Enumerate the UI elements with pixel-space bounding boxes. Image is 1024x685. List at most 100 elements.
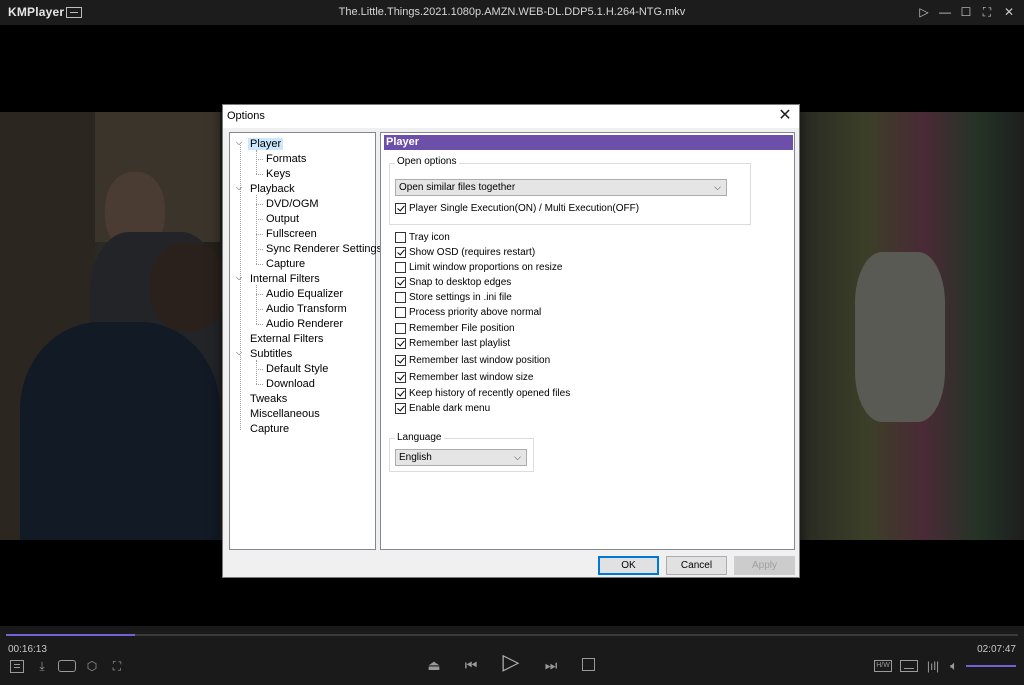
tree-item[interactable]: DVD/OGM (264, 197, 321, 212)
checkbox-box[interactable] (395, 338, 406, 349)
download-icon[interactable]: ⤓ (34, 659, 50, 673)
checkbox-label: Remember last playlist (409, 338, 511, 349)
fullscreen-icon[interactable]: ⛶ (978, 4, 996, 20)
tree-item-label: Miscellaneous (250, 408, 320, 420)
tree-item[interactable]: Capture (248, 422, 291, 437)
tree-item-label: Sync Renderer Settings (266, 243, 383, 255)
checkbox-box[interactable] (395, 323, 406, 334)
cancel-button[interactable]: Cancel (666, 556, 727, 575)
dialog-title-bar: Options ✕ (223, 105, 799, 128)
checkbox-box[interactable] (395, 403, 406, 414)
subtitle-icon[interactable] (900, 660, 918, 672)
tree-item[interactable]: External Filters (248, 332, 325, 347)
3d-cube-icon[interactable]: ⬡ (84, 659, 100, 673)
tree-item-label: Audio Transform (266, 303, 347, 315)
checkbox-label: Process priority above normal (409, 307, 542, 318)
stop-icon[interactable] (582, 658, 595, 671)
tree-item[interactable]: Tweaks (248, 392, 289, 407)
volume-slider[interactable] (966, 665, 1016, 667)
tree-item[interactable]: Formats (264, 152, 308, 167)
ok-button[interactable]: OK (598, 556, 659, 575)
pin-icon[interactable]: ▷ (915, 4, 933, 20)
close-icon[interactable]: ✕ (1000, 4, 1018, 20)
video-scene-head2 (150, 242, 225, 332)
tree-connector (256, 159, 263, 160)
volume-level (966, 665, 1016, 667)
checkbox-box[interactable] (395, 355, 406, 366)
tree-item[interactable]: Default Style (264, 362, 330, 377)
total-time: 02:07:47 (977, 644, 1016, 655)
volume-icon[interactable]: 🔈︎ (946, 658, 962, 674)
checkbox-box[interactable] (395, 203, 406, 214)
tree-item[interactable]: Output (264, 212, 301, 227)
play-icon[interactable]: ▷ (499, 650, 523, 674)
tree-connector (256, 174, 263, 175)
checkbox-label: Store settings in .ini file (409, 292, 512, 303)
file-title: The.Little.Things.2021.1080p.AMZN.WEB-DL… (338, 6, 686, 18)
tree-item[interactable]: Capture (264, 257, 307, 272)
tree-item[interactable]: Keys (264, 167, 292, 182)
checkbox-box[interactable] (395, 292, 406, 303)
options-tree: Player ⌵ Formats Keys Playback ⌵ DVD/OGM Output… (229, 132, 382, 550)
dialog-close-icon[interactable]: ✕ (775, 106, 795, 126)
tree-item[interactable]: Audio Equalizer (264, 287, 345, 302)
tree-connector (256, 294, 263, 295)
options-dialog: Options ✕ Player ⌵ Formats Keys Playback ⌵ DVD… (222, 104, 800, 578)
tree-connector (256, 264, 263, 265)
hw-icon[interactable]: H/W (874, 660, 892, 672)
tree-connector (256, 204, 263, 205)
eject-icon[interactable]: ⏏ (426, 657, 442, 673)
tree-connector (240, 145, 241, 430)
checkbox-label: Remember last window position (409, 355, 551, 366)
checkbox-box[interactable] (395, 388, 406, 399)
dialog-title: Options (227, 110, 265, 122)
tree-item-label: Capture (266, 258, 306, 270)
checkbox-box[interactable] (395, 277, 406, 288)
tree-item-label: Capture (250, 423, 290, 435)
checkbox-box[interactable] (395, 262, 406, 273)
title-bar: KMPlayer The.Little.Things.2021.1080p.AM… (0, 0, 1024, 25)
seek-bar[interactable] (6, 634, 1018, 636)
tree-item[interactable]: Audio Transform (264, 302, 349, 317)
checkbox-label: Show OSD (requires restart) (409, 247, 536, 258)
tree-item-label: Tweaks (250, 393, 288, 405)
checkbox-box[interactable] (395, 372, 406, 383)
open-options-label: Open options (395, 156, 459, 167)
language-combo[interactable]: English ⌵ (395, 449, 527, 466)
tree-item[interactable]: Audio Renderer (264, 317, 345, 332)
tree-item-label: Playback (250, 183, 295, 195)
tree-item[interactable]: Subtitles (248, 347, 294, 362)
minimize-icon[interactable]: — (936, 4, 954, 20)
tree-item-label: Subtitles (250, 348, 293, 360)
tree-item[interactable]: Player (248, 137, 284, 152)
apply-button[interactable]: Apply (734, 556, 795, 575)
single-execution-label: Player Single Execution(ON) / Multi Exec… (409, 203, 640, 214)
tree-connector (256, 309, 263, 310)
checkbox-label: Tray icon (409, 232, 450, 243)
previous-icon[interactable]: ⏮ (462, 656, 480, 674)
tree-item[interactable]: Internal Filters (248, 272, 322, 287)
maximize-icon[interactable]: ☐ (957, 4, 975, 20)
checkbox-box[interactable] (395, 232, 406, 243)
audio-wave-icon[interactable]: |ıl| (925, 658, 941, 674)
next-icon[interactable]: ⏭ (542, 656, 560, 674)
checkbox-box[interactable] (395, 307, 406, 318)
tree-item-label: Player (248, 138, 284, 150)
tree-connector (256, 234, 263, 235)
tree-connector (256, 150, 257, 174)
capture-icon[interactable]: ⛶ (109, 659, 125, 673)
tree-connector (256, 195, 257, 264)
language-value: English (399, 452, 432, 463)
tree-item[interactable]: Download (264, 377, 317, 392)
open-options-combo[interactable]: Open similar files together ⌵ (395, 179, 727, 196)
vr-icon[interactable] (58, 660, 76, 672)
checkbox-box[interactable] (395, 247, 406, 258)
tree-item[interactable]: Sync Renderer Settings (264, 242, 384, 257)
playlist-icon[interactable] (10, 660, 24, 673)
tree-item[interactable]: Miscellaneous (248, 407, 322, 422)
checkbox-label: Snap to desktop edges (409, 277, 512, 288)
elapsed-time: 00:16:13 (8, 644, 47, 655)
tree-item[interactable]: Fullscreen (264, 227, 319, 242)
checkbox-label: Remember last window size (409, 372, 534, 383)
tree-item-label: DVD/OGM (266, 198, 319, 210)
